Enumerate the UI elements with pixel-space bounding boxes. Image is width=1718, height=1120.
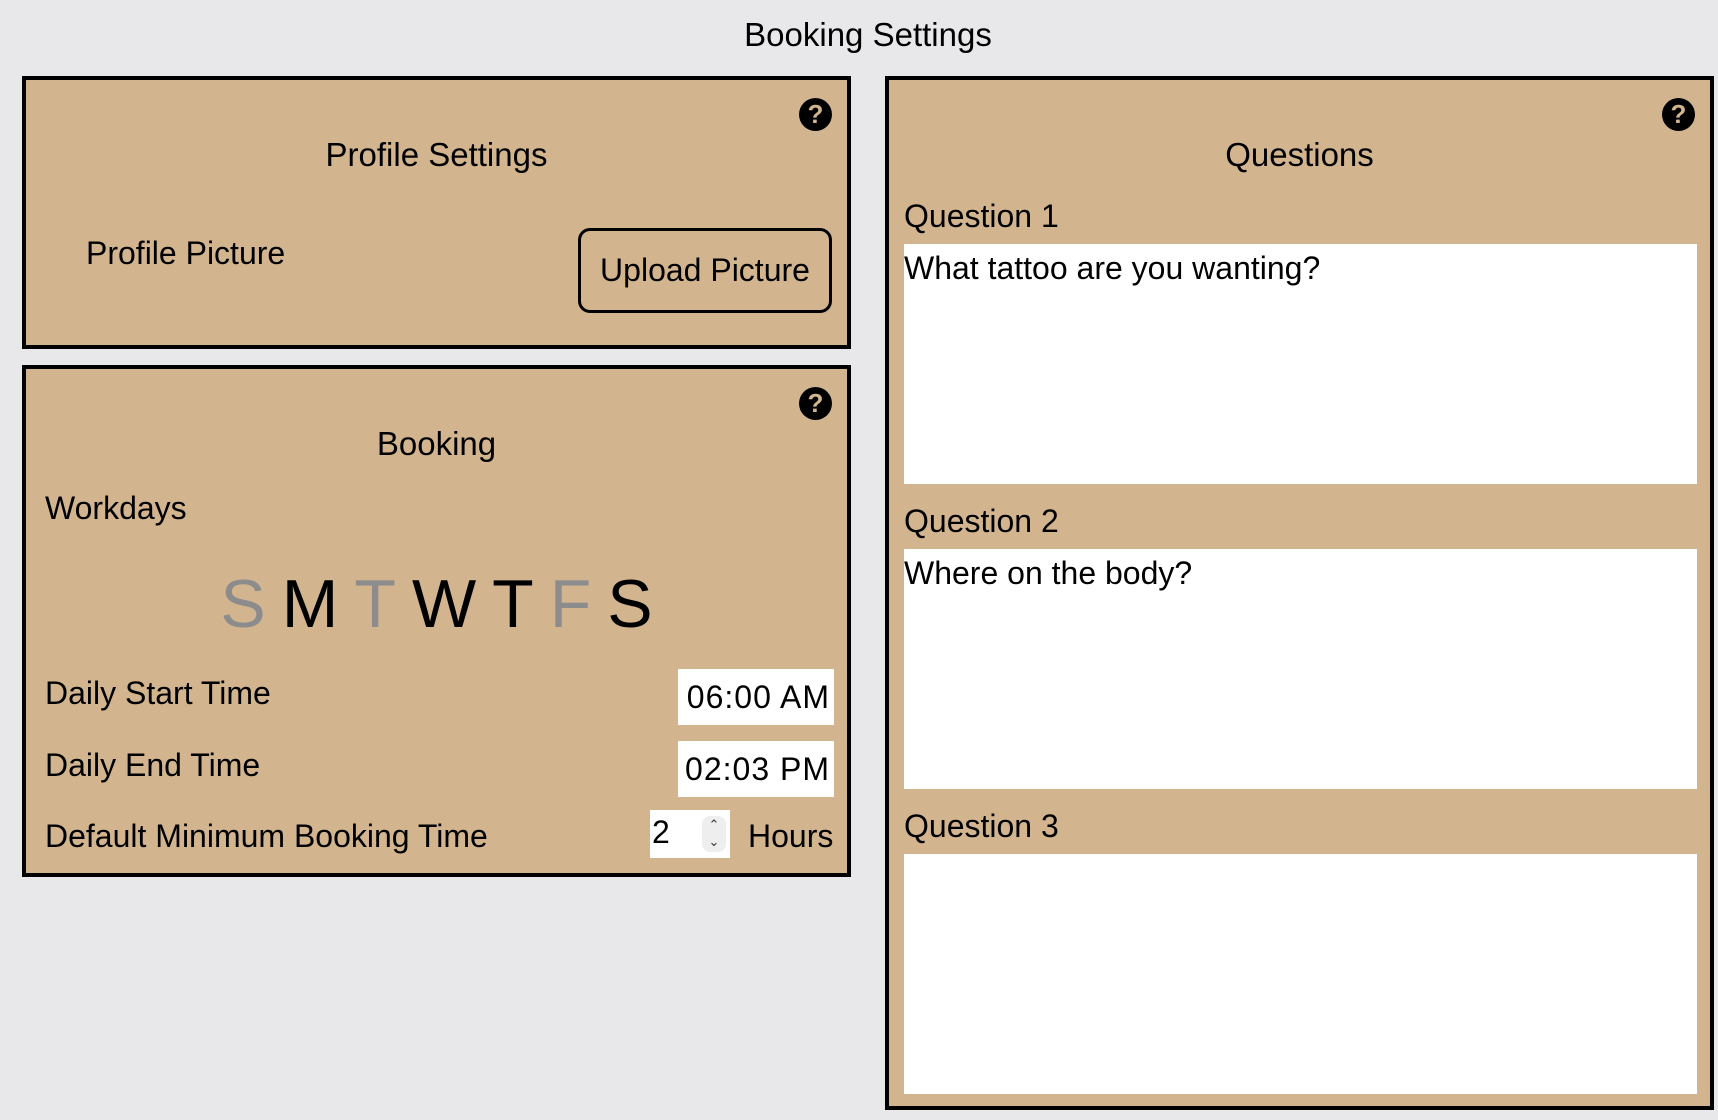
hours-unit-label: Hours xyxy=(748,818,834,854)
day-toggle-sunday[interactable]: S xyxy=(220,565,265,643)
questions-title: Questions xyxy=(1225,136,1374,173)
day-toggle-friday[interactable]: F xyxy=(550,565,592,643)
help-icon[interactable]: ? xyxy=(1662,98,1695,131)
question-3-textarea[interactable] xyxy=(904,854,1697,1094)
upload-picture-button[interactable]: Upload Picture xyxy=(578,228,832,313)
booking-title: Booking xyxy=(376,425,497,462)
help-icon[interactable]: ? xyxy=(799,387,832,420)
question-2-label: Question 2 xyxy=(904,503,1059,539)
daily-start-time-input[interactable] xyxy=(678,669,834,725)
question-1-label: Question 1 xyxy=(904,198,1059,234)
booking-panel: ? Booking Workdays S M T W T F S Daily S… xyxy=(22,365,851,877)
profile-settings-panel: ? Profile Settings Profile Picture Uploa… xyxy=(22,76,851,349)
question-2-textarea[interactable]: Where on the body? xyxy=(904,549,1697,789)
profile-settings-title: Profile Settings xyxy=(325,136,548,173)
daily-end-time-label: Daily End Time xyxy=(45,747,261,783)
day-toggle-thursday[interactable]: T xyxy=(492,565,534,643)
daily-end-time-input[interactable] xyxy=(678,741,834,797)
profile-picture-label: Profile Picture xyxy=(86,235,286,271)
workdays-label: Workdays xyxy=(45,490,187,526)
day-toggle-monday[interactable]: M xyxy=(282,565,339,643)
page-title: Booking Settings xyxy=(744,16,992,53)
day-toggle-wednesday[interactable]: W xyxy=(412,565,476,643)
question-3-label: Question 3 xyxy=(904,808,1059,844)
min-booking-time-label: Default Minimum Booking Time xyxy=(45,818,488,854)
question-1-textarea[interactable]: What tattoo are you wanting? xyxy=(904,244,1697,484)
questions-panel: ? Questions Question 1 What tattoo are y… xyxy=(885,76,1714,1110)
min-booking-time-value: 2 xyxy=(652,814,670,850)
workdays-selector: S M T W T F S xyxy=(26,565,847,643)
stepper-arrows-icon[interactable]: ⌃ ⌄ xyxy=(702,816,726,852)
day-toggle-tuesday[interactable]: T xyxy=(354,565,396,643)
daily-start-time-label: Daily Start Time xyxy=(45,675,271,711)
help-icon[interactable]: ? xyxy=(799,98,832,131)
min-booking-time-stepper[interactable]: 2 ⌃ ⌄ xyxy=(650,810,730,858)
day-toggle-saturday[interactable]: S xyxy=(607,565,652,643)
